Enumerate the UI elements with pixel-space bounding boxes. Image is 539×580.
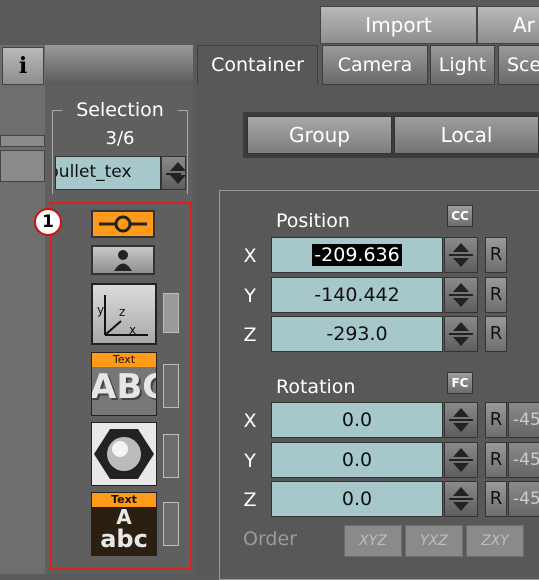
position-y-label: Y xyxy=(244,285,256,307)
selection-spinner[interactable] xyxy=(161,156,186,190)
group-button[interactable]: Group xyxy=(247,116,392,154)
rotation-z-field[interactable]: 0.0 xyxy=(271,481,443,517)
local-button[interactable]: Local xyxy=(394,116,539,154)
position-title: Position xyxy=(276,210,350,232)
abc-3d-label: ABC xyxy=(91,367,156,407)
rotation-z-reset[interactable]: R xyxy=(485,481,507,517)
position-x-label: X xyxy=(243,245,257,267)
selection-title: Selection xyxy=(62,99,178,121)
rotation-x-field[interactable]: 0.0 xyxy=(271,402,443,438)
rotation-y-reset[interactable]: R xyxy=(485,442,507,478)
left-panel xyxy=(0,45,45,574)
position-z-field[interactable]: -293.0 xyxy=(271,316,443,352)
person-tool-button[interactable] xyxy=(91,245,155,275)
position-z-reset[interactable]: R xyxy=(485,316,507,352)
next-top-button[interactable]: Ar xyxy=(477,6,539,44)
axis-tool-button[interactable]: y z x xyxy=(91,283,157,345)
rotation-x-reset[interactable]: R xyxy=(485,402,507,438)
position-y-field[interactable]: -140.442 xyxy=(271,277,443,313)
selection-dropdown[interactable]: bullet_tex xyxy=(55,156,161,190)
position-y-spinner[interactable] xyxy=(444,277,478,313)
axis-z-label: z xyxy=(119,305,126,319)
callout-badge-number: 1 xyxy=(42,212,54,232)
position-z-label: Z xyxy=(243,324,257,346)
position-cc-button[interactable]: CC xyxy=(447,205,473,227)
rotation-y-field[interactable]: 0.0 xyxy=(271,442,443,478)
rotation-y-minus45-button[interactable]: -45 xyxy=(508,442,539,478)
text-abc-label: abc xyxy=(100,525,148,553)
sphere-icon xyxy=(94,429,154,479)
rotation-z-label: Z xyxy=(243,489,257,511)
rotation-fc-button[interactable]: FC xyxy=(447,372,473,394)
order-yxz-button[interactable]: YXZ xyxy=(405,525,463,557)
rotation-x-label: X xyxy=(243,410,257,432)
import-button[interactable]: Import xyxy=(320,6,477,44)
selection-dropdown-value: bullet_tex xyxy=(55,162,132,182)
sphere-tool-toggle[interactable] xyxy=(163,434,179,478)
rotation-z-minus45-button[interactable]: -45 xyxy=(508,481,539,517)
text2-tool-toggle[interactable] xyxy=(163,502,179,546)
axis-x-label: x xyxy=(129,323,137,337)
text-tool-toggle[interactable] xyxy=(163,364,179,408)
position-x-spinner[interactable] xyxy=(444,237,478,273)
rotation-title: Rotation xyxy=(276,376,356,398)
axis-y-label: y xyxy=(97,303,105,317)
axis-tool-toggle[interactable] xyxy=(163,293,179,333)
tab-light[interactable]: Light xyxy=(430,45,495,85)
text-a-abc-tool-button[interactable]: Text A abc xyxy=(91,492,157,556)
position-y-reset[interactable]: R xyxy=(485,277,507,313)
callout-badge: 1 xyxy=(34,208,62,236)
tab-camera[interactable]: Camera xyxy=(322,45,428,85)
text-tag: Text xyxy=(92,353,156,367)
order-zxy-button[interactable]: ZXY xyxy=(466,525,524,557)
tab-scene[interactable]: Sce xyxy=(498,45,539,85)
left-panel-slot-2[interactable] xyxy=(0,150,45,182)
order-xyz-button[interactable]: XYZ xyxy=(344,525,402,557)
selection-count: 3/6 xyxy=(105,128,135,149)
selection-header-bar xyxy=(45,45,193,85)
link-icon xyxy=(99,215,147,233)
rotation-x-spinner[interactable] xyxy=(444,402,478,438)
rotation-x-minus45-button[interactable]: -45 xyxy=(508,402,539,438)
text-abc-tool-button[interactable]: Text ABC xyxy=(91,352,157,416)
rotation-z-spinner[interactable] xyxy=(444,481,478,517)
position-x-field[interactable]: -209.636 xyxy=(271,237,443,273)
rotation-y-label: Y xyxy=(244,450,256,472)
position-z-spinner[interactable] xyxy=(444,316,478,352)
rotation-y-spinner[interactable] xyxy=(444,442,478,478)
left-panel-slot-1 xyxy=(0,135,45,147)
sphere-tool-button[interactable] xyxy=(91,422,157,486)
position-x-reset[interactable]: R xyxy=(485,237,507,273)
order-label: Order xyxy=(243,528,297,550)
link-tool-button[interactable] xyxy=(91,210,155,238)
info-button[interactable]: i xyxy=(2,47,44,85)
person-icon xyxy=(114,250,132,271)
position-x-value: -209.636 xyxy=(312,244,402,266)
tab-container[interactable]: Container xyxy=(197,45,318,85)
